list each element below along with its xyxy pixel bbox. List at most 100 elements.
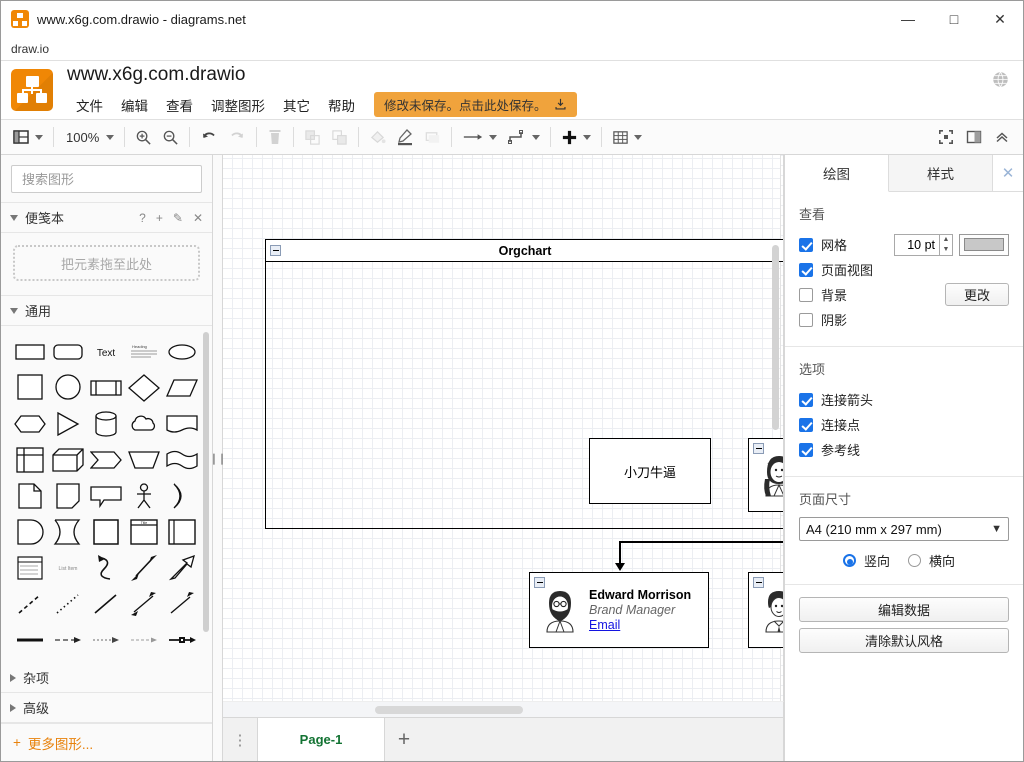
menu-arrange[interactable]: 调整图形 xyxy=(202,92,274,118)
delete-button[interactable] xyxy=(262,123,288,151)
shape-cube[interactable] xyxy=(49,443,87,477)
sidebar-section-advanced[interactable]: 高级 xyxy=(1,693,212,723)
shape-tape[interactable] xyxy=(163,443,201,477)
shape-trapezoid[interactable] xyxy=(125,443,163,477)
shape-note[interactable] xyxy=(11,479,49,513)
undo-button[interactable] xyxy=(195,123,223,151)
background-checkbox[interactable] xyxy=(799,288,813,302)
shape-hexagon[interactable] xyxy=(11,407,49,441)
shape-ellipse[interactable] xyxy=(163,335,201,369)
option-page-view[interactable]: 页面视图 xyxy=(799,257,1009,282)
scratchpad-help-icon[interactable]: ? xyxy=(139,211,146,225)
connection-arrows-checkbox[interactable] xyxy=(799,393,813,407)
shape-triangle[interactable] xyxy=(49,407,87,441)
page-size-select[interactable]: A4 (210 mm x 297 mm) ▼ xyxy=(799,517,1009,541)
shape-internal-storage[interactable] xyxy=(11,443,49,477)
shape-dotted-arrow[interactable] xyxy=(87,623,125,657)
shape-link-arrow[interactable] xyxy=(163,623,201,657)
collapse-toolbar-button[interactable] xyxy=(989,123,1015,151)
shape-card[interactable] xyxy=(49,479,87,513)
fullscreen-button[interactable] xyxy=(933,123,959,151)
close-button[interactable]: ✕ xyxy=(977,1,1023,37)
person-card-evan-valet[interactable]: Evan Valet HR Director Email xyxy=(748,572,784,648)
canvas-horizontal-scroll-track[interactable] xyxy=(223,701,784,717)
waypoint-style-button[interactable] xyxy=(502,123,545,151)
person-collapse-button[interactable] xyxy=(753,443,764,454)
menu-help[interactable]: 帮助 xyxy=(319,92,364,118)
tab-diagram[interactable]: 绘图 xyxy=(785,155,889,192)
shape-process[interactable] xyxy=(87,371,125,405)
menu-edit[interactable]: 编辑 xyxy=(112,92,157,118)
shape-diamond[interactable] xyxy=(125,371,163,405)
bring-to-front-button[interactable] xyxy=(299,123,326,151)
shape-container[interactable] xyxy=(87,515,125,549)
shape-curve-arrow[interactable] xyxy=(87,551,125,585)
shape-delay[interactable] xyxy=(49,515,87,549)
clear-default-style-button[interactable]: 清除默认风格 xyxy=(799,628,1009,653)
scratchpad-add-icon[interactable]: + xyxy=(156,211,163,225)
maximize-button[interactable]: □ xyxy=(931,1,977,37)
connection-style-button[interactable] xyxy=(457,123,502,151)
redo-button[interactable] xyxy=(223,123,251,151)
shape-cylinder[interactable] xyxy=(87,407,125,441)
connection-points-checkbox[interactable] xyxy=(799,418,813,432)
shape-or[interactable] xyxy=(163,479,201,513)
canvas-vertical-scrollbar[interactable] xyxy=(772,245,779,430)
sidebar-section-misc[interactable]: 杂项 xyxy=(1,663,212,693)
shape-rectangle[interactable] xyxy=(11,335,49,369)
insert-button[interactable] xyxy=(556,123,596,151)
close-icon[interactable]: ✕ xyxy=(993,155,1023,191)
orientation-landscape-radio[interactable] xyxy=(908,554,921,567)
orgchart-collapse-button[interactable] xyxy=(270,245,281,256)
node-custom-label[interactable]: 小刀牛逼 xyxy=(589,438,711,504)
shape-block-arrow[interactable] xyxy=(163,551,201,585)
minimize-button[interactable]: — xyxy=(885,1,931,37)
zoom-dropdown[interactable]: 100% xyxy=(59,123,119,151)
fill-color-button[interactable] xyxy=(364,123,391,151)
shape-cloud[interactable] xyxy=(125,407,163,441)
grid-size-input[interactable]: 10 pt xyxy=(894,234,940,256)
shape-actor[interactable] xyxy=(125,479,163,513)
shape-thick-line[interactable] xyxy=(11,623,49,657)
shape-line[interactable] xyxy=(87,587,125,621)
shape-textbox[interactable]: Heading xyxy=(125,335,163,369)
line-color-button[interactable] xyxy=(391,123,419,151)
shape-vertical-container[interactable]: Title xyxy=(125,515,163,549)
orientation-portrait-radio[interactable] xyxy=(843,554,856,567)
option-grid[interactable]: 网格 10 pt ▲▼ xyxy=(799,232,1009,257)
globe-icon[interactable] xyxy=(992,71,1009,88)
shape-square[interactable] xyxy=(11,371,49,405)
zoom-out-button[interactable] xyxy=(157,123,184,151)
shape-bidirectional-line[interactable] xyxy=(125,587,163,621)
tab-style[interactable]: 样式 xyxy=(889,155,993,191)
shape-horizontal-container[interactable] xyxy=(163,515,201,549)
scratchpad-dropzone[interactable]: 把元素拖至此处 xyxy=(13,245,200,281)
page-menu-icon[interactable]: ⋮ xyxy=(223,718,257,761)
shape-callout[interactable] xyxy=(87,479,125,513)
add-page-button[interactable]: + xyxy=(385,718,423,761)
shape-list[interactable] xyxy=(11,551,49,585)
person-email-link[interactable]: Email xyxy=(589,618,691,633)
sidebar-section-general[interactable]: 通用 xyxy=(1,296,212,326)
sidebar-section-scratchpad[interactable]: 便笺本 ? + ✎ ✕ xyxy=(1,203,212,233)
shape-dotted-line[interactable] xyxy=(49,587,87,621)
shape-parallelogram[interactable] xyxy=(163,371,201,405)
person-card-tessa-miller[interactable]: Tessa Miller CFO Email xyxy=(748,438,784,512)
unsaved-changes-save-button[interactable]: 修改未保存。点击此处保存。 xyxy=(374,92,577,117)
guides-checkbox[interactable] xyxy=(799,443,813,457)
change-background-button[interactable]: 更改 xyxy=(945,283,1009,306)
send-to-back-button[interactable] xyxy=(326,123,353,151)
grid-color-swatch[interactable] xyxy=(959,234,1009,256)
page-tab-page-1[interactable]: Page-1 xyxy=(257,718,385,761)
option-shadow[interactable]: 阴影 xyxy=(799,307,1009,332)
person-card-edward-morrison[interactable]: Edward Morrison Brand Manager Email xyxy=(529,572,709,648)
menu-file[interactable]: 文件 xyxy=(67,92,112,118)
scratchpad-edit-icon[interactable]: ✎ xyxy=(173,211,183,225)
shape-text[interactable]: Text xyxy=(87,335,125,369)
option-guides[interactable]: 参考线 xyxy=(799,437,1009,462)
table-button[interactable] xyxy=(607,123,647,151)
palette-scrollbar[interactable] xyxy=(203,332,209,632)
shadow-checkbox[interactable] xyxy=(799,313,813,327)
person-collapse-button[interactable] xyxy=(753,577,764,588)
grid-checkbox[interactable] xyxy=(799,238,813,252)
